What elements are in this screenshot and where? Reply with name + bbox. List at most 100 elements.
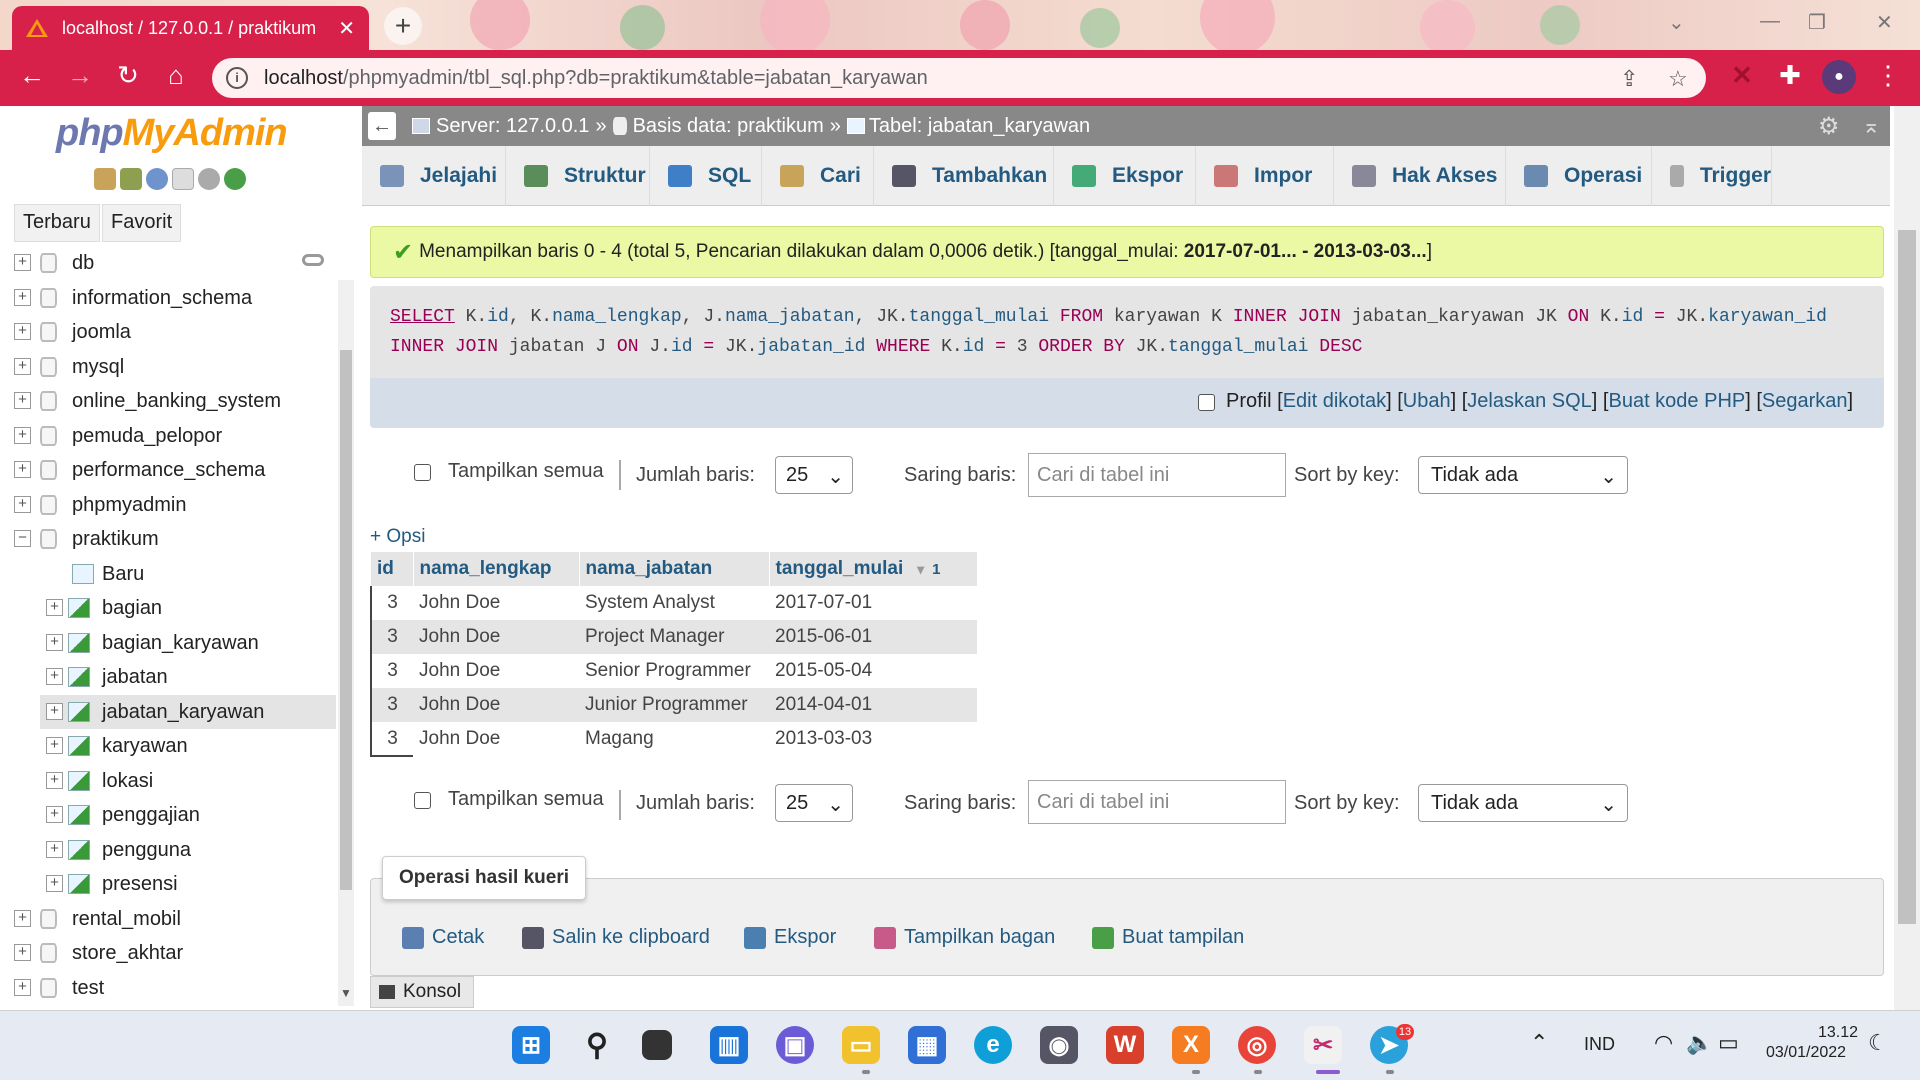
expand-toggle-icon[interactable]: + [46,806,63,823]
input-language[interactable]: IND [1584,1034,1615,1055]
filter-rows-input-bottom[interactable]: Cari di tabel ini [1028,780,1286,824]
copy-to-clipboard-link[interactable]: Salin ke clipboard [522,926,710,949]
tree-item-penggajian[interactable]: + penggajian [40,798,336,832]
display-chart-link[interactable]: Tampilkan bagan [874,926,1055,949]
column-header-id[interactable]: id [371,552,414,586]
sort-by-key-select-top[interactable]: Tidak ada ⌄ [1418,456,1628,494]
clock-time[interactable]: 13.12 [1818,1024,1858,1042]
settings-gear-icon[interactable] [198,168,220,190]
tree-item-joomla[interactable]: + joomla [0,315,336,349]
extensions-puzzle-icon[interactable]: ✚ [1772,60,1808,91]
tree-item-store_akhtar[interactable]: + store_akhtar [0,936,336,970]
site-info-icon[interactable]: i [226,67,248,89]
sql-link-jelaskan-sql[interactable]: Jelaskan SQL [1467,390,1592,412]
tree-item-jabatan_karyawan[interactable]: + jabatan_karyawan [40,695,336,729]
expand-toggle-icon[interactable]: + [46,875,63,892]
expand-toggle-icon[interactable]: + [14,254,31,271]
recent-tables-button[interactable]: Terbaru [14,204,100,242]
table-row[interactable]: 3 John Doe System Analyst 2017-07-01 [370,586,977,620]
restore-icon[interactable]: ❐ [1808,10,1826,35]
tree-item-praktikum[interactable]: − praktikum [0,522,336,556]
profile-checkbox[interactable] [1198,394,1215,411]
table-row[interactable]: 3 John Doe Magang 2013-03-03 [370,722,977,757]
page-settings-gear-icon[interactable]: ⚙ [1818,112,1840,141]
sql-link-segarkan[interactable]: Segarkan [1762,390,1848,412]
collapse-nav-icon[interactable]: ← [368,112,396,140]
home-icon[interactable]: ⌂ [158,60,194,91]
tree-item-rental_mobil[interactable]: + rental_mobil [0,902,336,936]
expand-toggle-icon[interactable]: + [46,634,63,651]
tab-browse[interactable]: Jelajahi [362,146,506,206]
start-windows-icon[interactable]: ⊞ [512,1026,550,1064]
tree-item-presensi[interactable]: + presensi [40,867,336,901]
expand-toggle-icon[interactable]: + [14,289,31,306]
tree-item-db[interactable]: + db [0,246,336,280]
show-hidden-icons-icon[interactable]: ⌃ [1530,1030,1548,1056]
expand-toggle-icon[interactable]: + [46,772,63,789]
widgets-icon[interactable]: ▥ [710,1026,748,1064]
expand-toggle-icon[interactable]: + [46,599,63,616]
share-icon[interactable]: ⇪ [1620,66,1638,92]
tree-item-pengguna[interactable]: + pengguna [40,833,336,867]
tree-item-karyawan[interactable]: + karyawan [40,729,336,763]
favorite-tables-button[interactable]: Favorit [102,204,182,242]
table-row[interactable]: 3 John Doe Senior Programmer 2015-05-04 [370,654,977,688]
sort-by-key-select-bottom[interactable]: Tidak ada ⌄ [1418,784,1628,822]
tab-privileges[interactable]: Hak Akses [1334,146,1506,206]
close-window-icon[interactable]: ✕ [1876,10,1893,35]
filter-rows-input-top[interactable]: Cari di tabel ini [1028,453,1286,497]
tree-item-lokasi[interactable]: + lokasi [40,764,336,798]
wps-office-icon[interactable]: W [1106,1026,1144,1064]
column-header-nama_lengkap[interactable]: nama_lengkap [413,552,580,586]
tree-item-information_schema[interactable]: + information_schema [0,281,336,315]
export-link[interactable]: Ekspor [744,926,836,949]
tab-import[interactable]: Impor [1196,146,1334,206]
wifi-icon[interactable]: ◠ [1654,1030,1673,1056]
tree-item-mysql[interactable]: + mysql [0,350,336,384]
breadcrumb-server[interactable]: Server: 127.0.0.1 [436,115,589,138]
sql-link-buat-kode-php[interactable]: Buat kode PHP [1608,390,1745,412]
expand-toggle-icon[interactable]: + [14,979,31,996]
column-header-tanggal_mulai[interactable]: tanggal_mulai ▾ 1 [769,552,978,586]
home-icon[interactable] [94,168,116,190]
options-link[interactable]: + Opsi [370,526,425,548]
tab-operations[interactable]: Operasi [1506,146,1652,206]
tab-structure[interactable]: Struktur [506,146,650,206]
collapse-top-menu-icon[interactable]: ⌅ [1862,113,1880,139]
address-bar[interactable]: i localhost/phpmyadmin/tbl_sql.php?db=pr… [212,58,1706,98]
show-all-checkbox-bottom[interactable] [414,792,431,809]
profile-avatar[interactable]: ● [1822,60,1856,94]
browser-tab-active[interactable]: localhost / 127.0.0.1 / praktikum ✕ [12,6,369,50]
tab-search[interactable]: Cari [762,146,874,206]
page-scrollbar-thumb[interactable] [1898,230,1916,924]
notifications-icon[interactable]: ☾ [1868,1030,1888,1056]
phpmyadmin-logo[interactable]: phpMyAdmin [56,112,288,155]
chat-icon[interactable]: ▣ [776,1026,814,1064]
table-row[interactable]: 3 John Doe Junior Programmer 2014-04-01 [370,688,977,722]
create-view-link[interactable]: Buat tampilan [1092,926,1244,949]
extension-x-icon[interactable]: ✕ [1724,60,1760,91]
tree-item-pemuda_pelopor[interactable]: + pemuda_pelopor [0,419,336,453]
breadcrumb-database[interactable]: Basis data: praktikum [633,115,824,138]
table-row[interactable]: 3 John Doe Project Manager 2015-06-01 [370,620,977,654]
tab-sql[interactable]: SQL [650,146,762,206]
chrome-browser-icon[interactable]: ◎ [1238,1026,1276,1064]
tab-export[interactable]: Ekspor [1054,146,1196,206]
console-toggle[interactable]: Konsol [370,976,474,1008]
sql-link-edit-dikotak[interactable]: Edit dikotak [1283,390,1386,412]
browser-menu-icon[interactable]: ⋮ [1870,60,1906,91]
search-icon[interactable]: ⚲ [578,1026,616,1064]
tree-item-bagian_karyawan[interactable]: + bagian_karyawan [40,626,336,660]
minimize-icon[interactable]: — [1760,10,1780,33]
help-icon[interactable] [146,168,168,190]
expand-toggle-icon[interactable]: + [14,910,31,927]
tab-search-icon[interactable]: ⌄ [1668,10,1685,35]
sql-link-ubah[interactable]: Ubah [1403,390,1451,412]
navigation-scrollbar-thumb[interactable] [340,350,352,890]
tree-item-phpmyadmin[interactable]: + phpmyadmin [0,488,336,522]
print-link[interactable]: Cetak [402,926,484,949]
expand-toggle-icon[interactable]: + [46,668,63,685]
rows-per-page-select-top[interactable]: 25 ⌄ [775,456,853,494]
snipping-tool-icon[interactable]: ✂ [1304,1026,1342,1064]
logout-icon[interactable] [120,168,142,190]
